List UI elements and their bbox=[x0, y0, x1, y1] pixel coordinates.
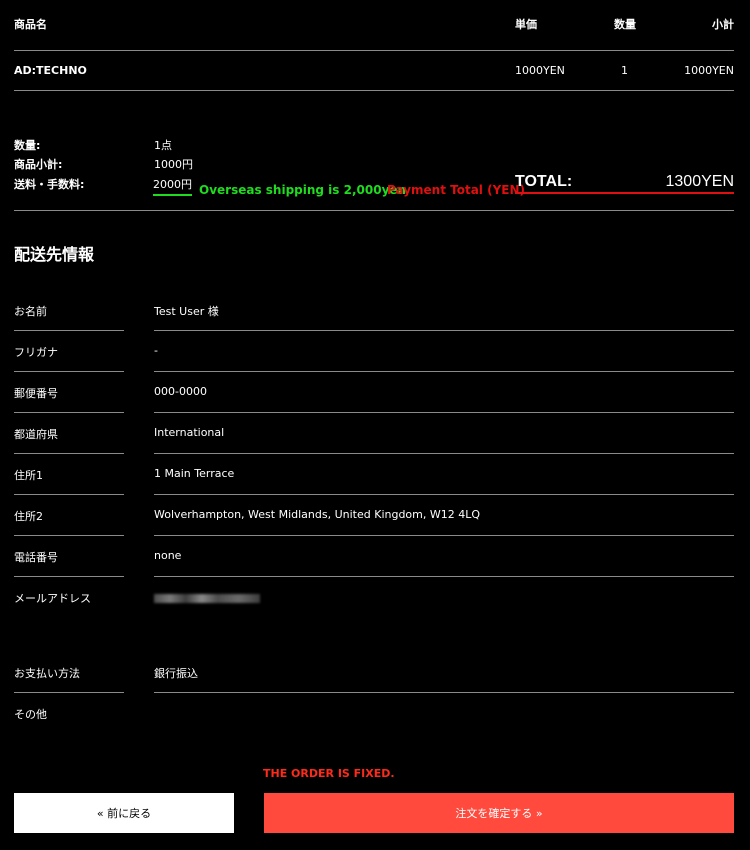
section-title-shipping: 配送先情報 bbox=[14, 245, 95, 264]
item-qty: 1 bbox=[621, 64, 628, 77]
divider bbox=[154, 576, 734, 577]
item-name: AD:TECHNO bbox=[14, 64, 87, 77]
qty-value: 1点 bbox=[154, 139, 172, 152]
email-redacted bbox=[154, 594, 260, 603]
divider bbox=[14, 210, 734, 211]
value-name: Test User 様 bbox=[154, 305, 219, 318]
shipping-value: 2000円 bbox=[153, 176, 192, 196]
order-fixed-notice: THE ORDER IS FIXED. bbox=[263, 767, 395, 780]
value-prefecture: International bbox=[154, 426, 225, 439]
value-phone: none bbox=[154, 549, 182, 562]
total-box: TOTAL: 1300YEN bbox=[515, 172, 734, 194]
label-furigana: フリガナ bbox=[14, 346, 58, 359]
value-postal-code: 000-0000 bbox=[154, 385, 207, 398]
overseas-shipping-note: Overseas shipping is 2,000yen bbox=[199, 183, 407, 197]
value-furigana: - bbox=[154, 344, 158, 357]
divider bbox=[154, 494, 734, 495]
divider bbox=[14, 453, 124, 454]
total-label: TOTAL: bbox=[515, 173, 573, 190]
label-prefecture: 都道府県 bbox=[14, 428, 58, 441]
divider bbox=[154, 330, 734, 331]
subtotal-label: 商品小計: bbox=[14, 158, 63, 171]
col-header-unit-price: 単価 bbox=[515, 18, 537, 31]
col-header-name: 商品名 bbox=[14, 18, 47, 31]
divider bbox=[14, 371, 124, 372]
col-header-subtotal: 小計 bbox=[712, 18, 734, 31]
back-button[interactable]: « 前に戻る bbox=[14, 793, 234, 833]
payment-total-note: Payment Total (YEN) bbox=[387, 183, 525, 197]
label-postal-code: 郵便番号 bbox=[14, 387, 58, 400]
divider bbox=[154, 453, 734, 454]
subtotal-value: 1000円 bbox=[154, 158, 193, 171]
divider bbox=[154, 692, 734, 693]
value-address2: Wolverhampton, West Midlands, United Kin… bbox=[154, 508, 481, 521]
value-payment-method: 銀行振込 bbox=[154, 667, 198, 680]
qty-label: 数量: bbox=[14, 139, 41, 152]
label-address1: 住所1 bbox=[14, 469, 43, 482]
divider bbox=[14, 50, 734, 51]
label-other: その他 bbox=[14, 708, 47, 721]
confirm-order-button[interactable]: 注文を確定する » bbox=[264, 793, 734, 833]
divider bbox=[154, 371, 734, 372]
divider bbox=[14, 535, 124, 536]
label-email: メールアドレス bbox=[14, 592, 91, 605]
label-address2: 住所2 bbox=[14, 510, 43, 523]
col-header-qty: 数量 bbox=[614, 18, 636, 31]
total-value: 1300YEN bbox=[665, 173, 735, 190]
label-payment-method: お支払い方法 bbox=[14, 667, 80, 680]
divider bbox=[14, 412, 124, 413]
label-phone: 電話番号 bbox=[14, 551, 58, 564]
divider bbox=[154, 535, 734, 536]
value-address1: 1 Main Terrace bbox=[154, 467, 235, 480]
divider bbox=[14, 494, 124, 495]
item-unit-price: 1000YEN bbox=[515, 64, 565, 77]
divider bbox=[14, 330, 124, 331]
divider bbox=[14, 692, 124, 693]
shipping-label: 送料・手数料: bbox=[14, 178, 85, 191]
divider bbox=[14, 90, 734, 91]
label-name: お名前 bbox=[14, 305, 47, 318]
divider bbox=[14, 576, 124, 577]
divider bbox=[154, 412, 734, 413]
item-subtotal: 1000YEN bbox=[684, 64, 734, 77]
